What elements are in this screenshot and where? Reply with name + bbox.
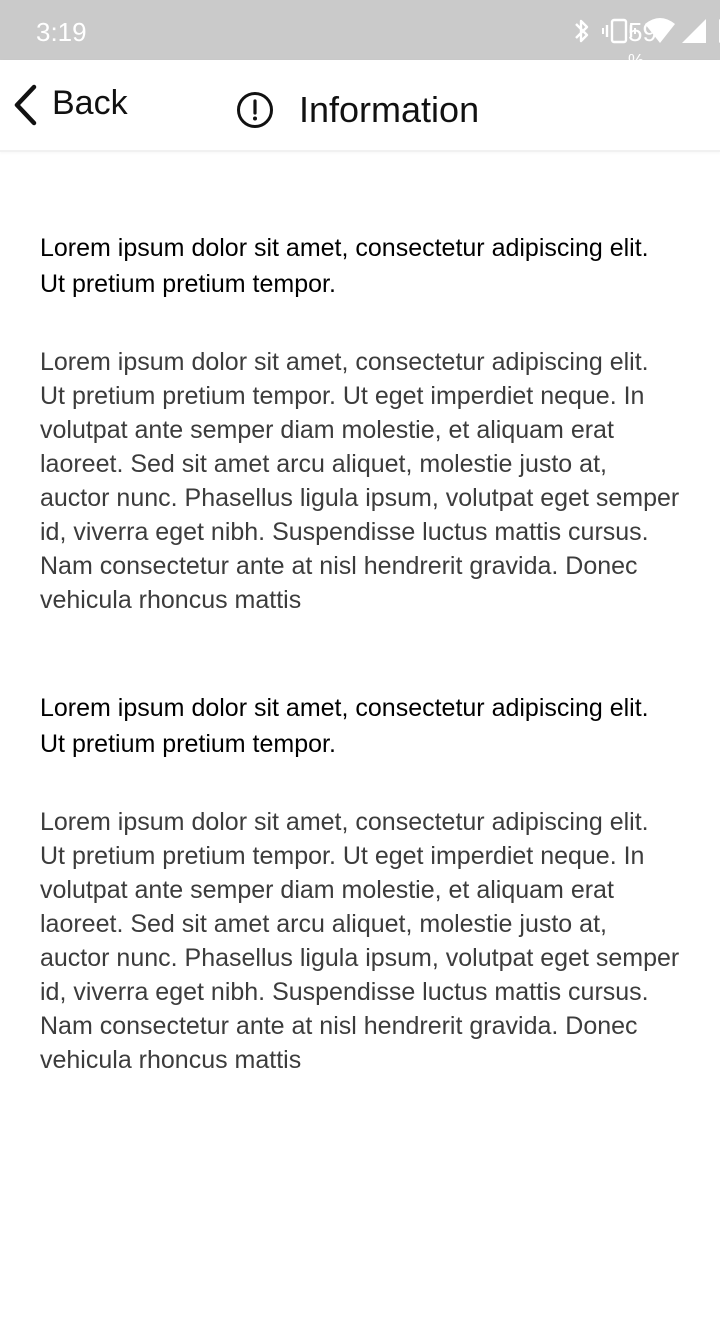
status-time: 3:19 bbox=[36, 17, 87, 47]
section-heading: Lorem ipsum dolor sit amet, consectetur … bbox=[40, 234, 649, 298]
info-circle-icon bbox=[237, 92, 273, 128]
status-bar: 3:19 59 % bbox=[0, 0, 720, 60]
section-body: Lorem ipsum dolor sit amet, consectetur … bbox=[40, 348, 680, 614]
bluetooth-icon bbox=[575, 19, 589, 43]
chevron-left-icon bbox=[14, 84, 37, 126]
nav-bar: Back Information bbox=[0, 60, 720, 152]
signal-icon bbox=[682, 19, 706, 43]
section-body: Lorem ipsum dolor sit amet, consectetur … bbox=[40, 808, 680, 1074]
status-icons bbox=[420, 0, 720, 60]
page-title-group: Information bbox=[236, 88, 536, 132]
page-title: Information bbox=[299, 89, 480, 130]
battery-percent-sign: % bbox=[628, 52, 644, 60]
battery-level: 59 bbox=[628, 17, 657, 47]
back-label: Back bbox=[52, 84, 128, 122]
section-heading: Lorem ipsum dolor sit amet, consectetur … bbox=[40, 694, 649, 758]
back-button[interactable]: Back bbox=[8, 80, 158, 130]
